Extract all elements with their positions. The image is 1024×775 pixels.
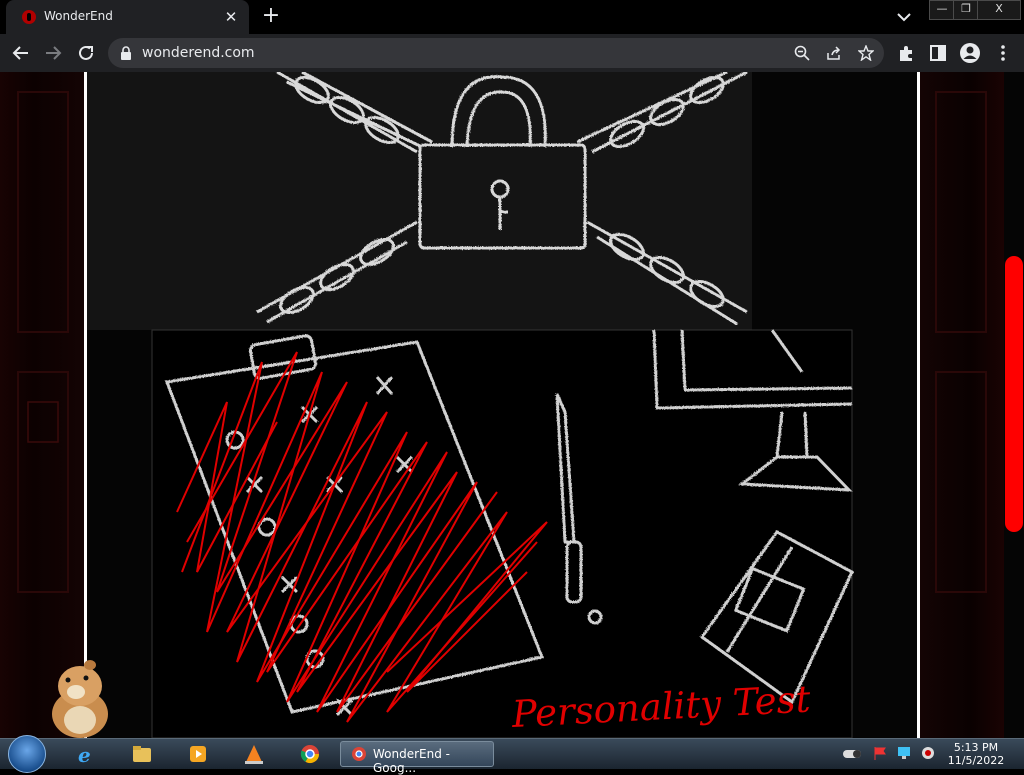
tab-title: WonderEnd xyxy=(44,9,113,23)
tab-close-button[interactable]: ✕ xyxy=(221,7,241,27)
address-bar[interactable]: wonderend.com xyxy=(108,38,884,68)
main-content-column: Personality Test xyxy=(84,72,920,738)
page-scrollbar[interactable] xyxy=(1004,72,1024,738)
taskbar-chrome-window[interactable]: WonderEnd - Goog... xyxy=(340,741,494,775)
chrome-window-icon xyxy=(352,747,366,761)
volume-icon[interactable] xyxy=(920,745,936,761)
tab-search-icon[interactable] xyxy=(894,7,914,27)
forward-icon[interactable] xyxy=(42,42,64,64)
minimize-button[interactable]: — xyxy=(929,0,955,20)
new-tab-button[interactable]: + xyxy=(259,5,283,29)
explorer-icon[interactable] xyxy=(122,742,162,766)
browser-toolbar: wonderend.com xyxy=(0,34,1024,73)
profile-icon[interactable] xyxy=(959,42,981,64)
lock-icon[interactable] xyxy=(120,46,132,60)
scrollbar-thumb[interactable] xyxy=(1005,256,1023,532)
wonderend-favicon xyxy=(22,10,36,24)
hamster-sticker[interactable] xyxy=(46,656,112,738)
network-icon[interactable] xyxy=(896,745,912,761)
system-clock[interactable]: 5:13 PM 11/5/2022 xyxy=(944,741,1008,767)
tab-wonderend[interactable]: WonderEnd ✕ xyxy=(6,0,249,34)
toggle-icon[interactable] xyxy=(842,747,864,761)
close-window-button[interactable]: X xyxy=(977,0,1021,20)
star-icon[interactable] xyxy=(858,45,874,61)
reload-icon[interactable] xyxy=(75,42,97,64)
url-text[interactable]: wonderend.com xyxy=(142,45,255,61)
media-player-icon[interactable] xyxy=(178,742,218,766)
taskbar-window-label: WonderEnd - Goog... xyxy=(373,747,450,775)
background-panel-right xyxy=(920,72,1004,738)
page-viewport: Personality Test xyxy=(0,72,1024,738)
back-icon[interactable] xyxy=(10,42,32,64)
ie-icon[interactable]: e xyxy=(66,742,106,766)
sketch-illustration: Personality Test xyxy=(87,72,854,738)
menu-icon[interactable] xyxy=(992,42,1014,64)
flag-icon[interactable] xyxy=(872,745,888,761)
clock-time: 5:13 PM xyxy=(953,741,999,754)
start-orb-icon[interactable] xyxy=(8,735,46,773)
vlc-icon[interactable] xyxy=(234,742,274,766)
restore-button[interactable]: ❐ xyxy=(953,0,979,20)
chrome-icon[interactable] xyxy=(290,742,330,766)
share-icon[interactable] xyxy=(826,45,842,61)
extensions-icon[interactable] xyxy=(895,42,917,64)
windows-taskbar: e WonderEnd - Goog... 5:13 PM 11/5/2022 xyxy=(0,735,1024,775)
background-panel-left xyxy=(0,72,84,738)
tab-strip: WonderEnd ✕ + — ❐ X xyxy=(0,0,1024,34)
side-panel-icon[interactable] xyxy=(927,42,949,64)
svg-text:e: e xyxy=(78,743,91,766)
zoom-icon[interactable] xyxy=(794,45,810,61)
clock-date: 11/5/2022 xyxy=(947,754,1005,767)
